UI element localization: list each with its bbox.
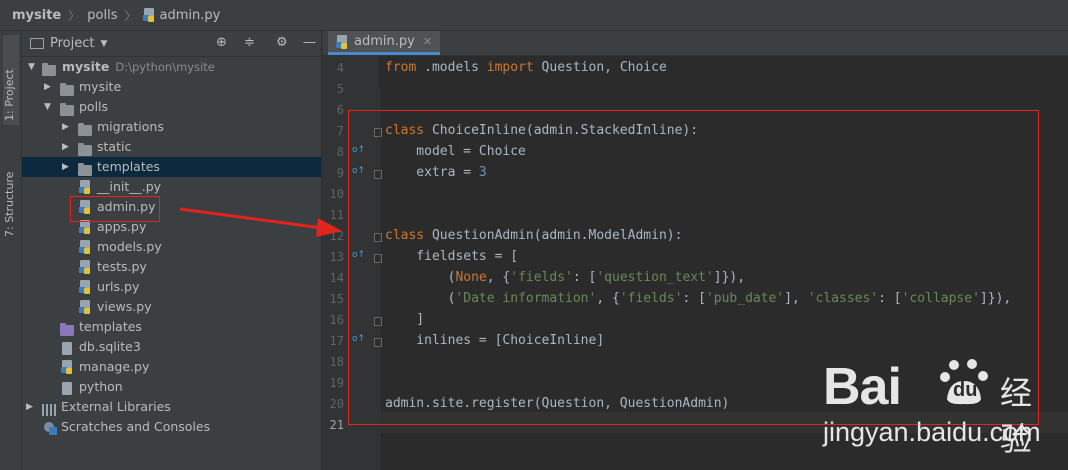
watermark-bai: Bai — [823, 358, 902, 416]
baidu-watermark: Bai du 经验 jingyan.baidu.com — [823, 355, 1063, 460]
watermark-du: du — [953, 379, 978, 401]
watermark-url: jingyan.baidu.com — [823, 417, 1041, 447]
